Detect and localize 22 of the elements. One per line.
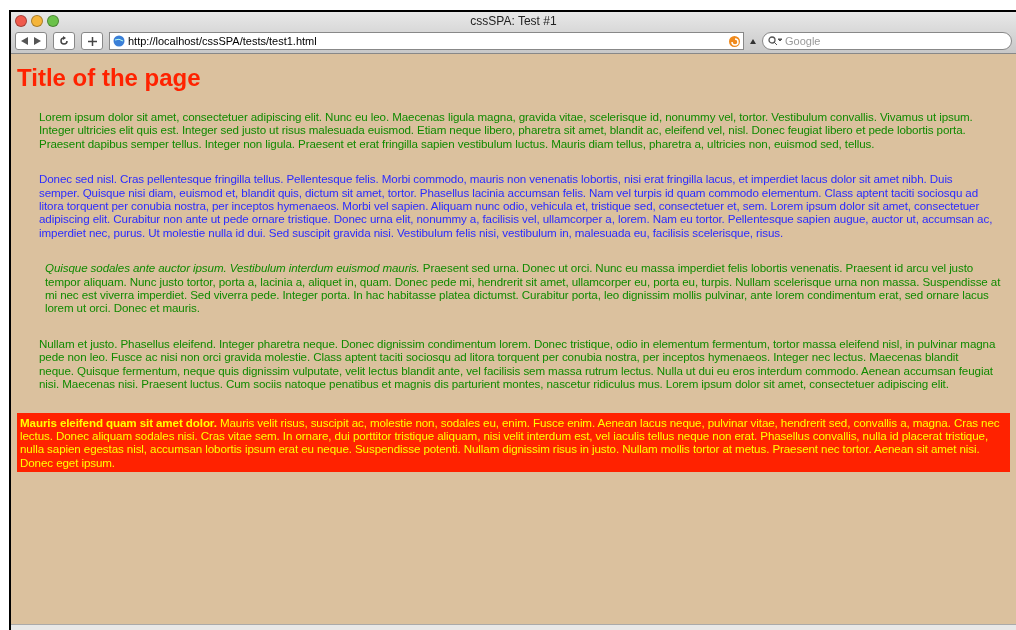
- url-text: http://localhost/cssSPA/tests/test1.html: [128, 33, 318, 49]
- reload-button[interactable]: [53, 32, 75, 50]
- window-title: cssSPA: Test #1: [470, 13, 557, 30]
- highlighted-paragraph: Mauris eleifend quam sit amet dolor. Mauris velit risus, suscipit ac, molestie non, sodales eu, enim. Fusce enim. Aenean lacus neque, pulvinar vitae, hendrerit sed, convallis a, magna. Cras nec lectus. Donec aliquam sodales nisi. Cras vitae sem. In ornare, dui porttitor tristique aliquam, nisi velit interdum est, vel iaculis tellus neque non erat. Phasellus convallis, nulla id placerat tristique, nulla sapien egestas nisl, accumsan lobortis ipsum erat eu neque. Suspendisse potenti. Nullam dignissim risus in justo. Nullam mollis tortor at metus. Praesent nec tortor. Aenean sit amet nisi. Donec eget ipsum.: [17, 412, 1010, 473]
- back-icon: [21, 37, 28, 45]
- globe-icon: [113, 35, 125, 47]
- address-field[interactable]: http://localhost/cssSPA/tests/test1.html: [109, 32, 744, 50]
- forward-icon: [34, 37, 41, 45]
- close-button[interactable]: [15, 15, 27, 27]
- add-bookmark-button[interactable]: [81, 32, 103, 50]
- minimize-button[interactable]: [31, 15, 43, 27]
- paragraph: Nullam et justo. Phasellus eleifend. Integer pharetra neque. Donec dignissim condimentum lorem. Donec tristique, odio in elementum fermentum, tortor massa eleifend nisl, in pulvinar magna pede non leo. Fusce ac nisi non orci gravida molestie. Class aptent taciti sociosqu ad litora torquent per conubia nostra, per inceptos hymenaeos. Integer nec lectus. Maecenas blandit neque. Quisque fermentum, neque quis dignissim vulputate, velit lectus blandit ante, vel facilisis sem massa rutrum lectus. Nulla ut dui eu eros interdum commodo. Aenean accumsan feugiat nisi. Maecenas nisi. Praesent luctus. Cum sociis natoque penatibus et magnis dis parturient montes, nascetur ridiculus mus. Lorem ipsum dolor sit amet, consectetuer adipiscing elit.: [38, 336, 997, 391]
- reload-icon: [59, 36, 69, 46]
- paragraph: Lorem ipsum dolor sit amet, consectetuer adipiscing elit. Nunc eu leo. Maecenas ligula magna, gravida vitae, scelerisque id, nonummy vel, tortor. Vestibulum convallis. Vivamus ut ipsum. Integer ultricies elit quis est. Integer sed justo ut risus malesuada euismod. Etiam neque libero, pharetra sit amet, blandit ac, eleifend vel, nisl. Donec feugiat libero et pede lobortis porta. Praesent dapibus semper tellus. Integer non ligula. Praesent et erat fringilla sapien vestibulum luctus. Mauris diam tellus, pharetra a, ultricies non, euismod sed, tellus.: [38, 110, 974, 151]
- plus-icon: [87, 36, 97, 46]
- zoom-button[interactable]: [47, 15, 59, 27]
- search-icon: [768, 36, 782, 46]
- back-forward-button[interactable]: [15, 32, 47, 50]
- caret-icon[interactable]: [750, 38, 756, 44]
- paragraph: Donec sed nisl. Cras pellentesque fringilla tellus. Pellentesque felis. Morbi commodo, mauris non venenatis lobortis, nisi erat fringilla lacus, et imperdiet lacus dolor sit amet nibh. Duis semper. Quisque nisi diam, euismod et, blandit quis, dictum sit amet, tortor. Phasellus lacinia accumsan felis. Nam vel turpis id quam commodo elementum. Class aptent taciti sociosqu ad litora torquent per conubia nostra, per inceptos hymenaeos. Morbi vel sapien. Aliquam nunc odio, vehicula et, tristique sed, consectetuer et, sem. Lorem ipsum dolor sit amet, consectetuer adipiscing elit. Curabitur non ante ut pede ornare tristique. Donec urna elit, nonummy a, facilisis vel, ullamcorper a, lorem. Nam eu tortor. Pellentesque sapien augue, auctor ut, accumsan ac, imperdiet nec, purus. Ut molestie nulla id dui. Sed suscipit gravida nisi. Vestibulum felis nisi, vestibulum in, malesuada eu, facilisis scelerisque, risus.: [38, 172, 994, 240]
- paragraph: Quisque sodales ante auctor ipsum. Vestibulum interdum euismod mauris. Praesent sed urna. Donec ut orci. Nunc eu massa imperdiet felis lobortis venenatis. Praesent id arcu vel justo tempor aliquam. Nunc justo tortor, porta a, lacinia a, aliquet in, quam. Donec pede mi, hendrerit sit amet, ullamcorper eu, porta eu, turpis. Nullam scelerisque urna non massa. Suspendisse at mi nec est viverra imperdiet. Sed viverra pede. Integer porta. In hac habitasse platea dictumst. Curabitur porta, leo dignissim mollis pulvinar, ante lorem condimentum erat, sed ornare lacus lorem ut orci. Donec et mauris.: [44, 261, 1002, 315]
- page-title: Title of the page: [17, 64, 202, 92]
